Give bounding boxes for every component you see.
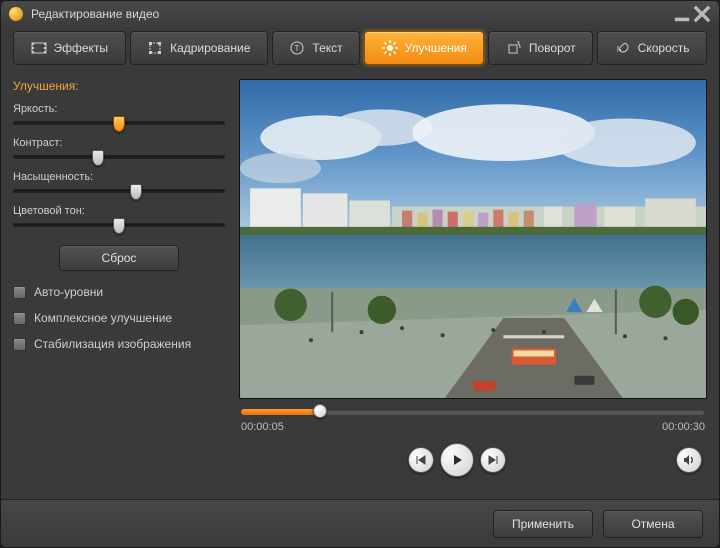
filmstrip-icon: [31, 40, 47, 56]
rotate-icon: [506, 40, 522, 56]
close-button[interactable]: [693, 5, 711, 23]
window-title: Редактирование видео: [31, 7, 671, 21]
hue-label: Цветовой тон:: [13, 205, 225, 217]
time-total: 00:00:30: [662, 421, 705, 433]
video-preview: [239, 79, 707, 399]
tab-label: Поворот: [529, 41, 576, 55]
text-icon: T: [289, 40, 305, 56]
seek-bar[interactable]: [241, 409, 705, 415]
volume-button[interactable]: [676, 447, 702, 473]
complex-enhance-label: Комплексное улучшение: [34, 311, 172, 325]
minimize-button[interactable]: [673, 5, 691, 23]
tab-label: Скорость: [638, 41, 690, 55]
tab-label: Эффекты: [54, 41, 109, 55]
prev-frame-button[interactable]: [408, 447, 434, 473]
time-current: 00:00:05: [241, 421, 284, 433]
tab-enhance[interactable]: Улучшения: [364, 31, 484, 65]
adjustments-panel: Улучшения: Яркость: Контраст: Насыщеннос…: [13, 79, 225, 491]
video-edit-window: Редактирование видео Эффекты Кадрировани…: [0, 0, 720, 548]
contrast-label: Контраст:: [13, 137, 225, 149]
stabilize-checkbox-row[interactable]: Стабилизация изображения: [13, 337, 225, 351]
brightness-label: Яркость:: [13, 103, 225, 115]
speed-icon: [615, 40, 631, 56]
saturation-thumb[interactable]: [130, 184, 142, 200]
tab-bar: Эффекты Кадрирование T Текст Улучшения П…: [1, 27, 719, 73]
auto-levels-checkbox[interactable]: [13, 286, 26, 299]
svg-text:T: T: [295, 44, 300, 53]
next-frame-button[interactable]: [480, 447, 506, 473]
enhance-icon: [382, 40, 398, 56]
hue-slider[interactable]: [13, 223, 225, 227]
complex-enhance-checkbox-row[interactable]: Комплексное улучшение: [13, 311, 225, 325]
seek-thumb[interactable]: [313, 404, 327, 418]
saturation-label: Насыщенность:: [13, 171, 225, 183]
tab-speed[interactable]: Скорость: [597, 31, 707, 65]
brightness-slider[interactable]: [13, 121, 225, 125]
tab-rotate[interactable]: Поворот: [488, 31, 593, 65]
apply-button[interactable]: Применить: [493, 510, 593, 538]
auto-levels-label: Авто-уровни: [34, 285, 103, 299]
footer: Применить Отмена: [1, 499, 719, 547]
saturation-slider-group: Насыщенность:: [13, 171, 225, 193]
reset-button[interactable]: Сброс: [59, 245, 179, 271]
hue-slider-group: Цветовой тон:: [13, 205, 225, 227]
brightness-slider-group: Яркость:: [13, 103, 225, 125]
auto-levels-checkbox-row[interactable]: Авто-уровни: [13, 285, 225, 299]
tab-crop[interactable]: Кадрирование: [130, 31, 268, 65]
stabilize-checkbox[interactable]: [13, 338, 26, 351]
seek-progress: [241, 409, 320, 415]
titlebar: Редактирование видео: [1, 1, 719, 27]
timeline-area: 00:00:05 00:00:30: [239, 399, 707, 477]
tab-label: Улучшения: [405, 41, 467, 55]
tab-label: Текст: [312, 41, 342, 55]
tab-text[interactable]: T Текст: [272, 31, 360, 65]
complex-enhance-checkbox[interactable]: [13, 312, 26, 325]
crop-icon: [147, 40, 163, 56]
brightness-thumb[interactable]: [113, 116, 125, 132]
contrast-thumb[interactable]: [92, 150, 104, 166]
preview-panel: 00:00:05 00:00:30: [239, 79, 707, 491]
transport-controls: [241, 443, 705, 477]
hue-thumb[interactable]: [113, 218, 125, 234]
tab-label: Кадрирование: [170, 41, 250, 55]
contrast-slider-group: Контраст:: [13, 137, 225, 159]
tab-effects[interactable]: Эффекты: [13, 31, 126, 65]
section-title: Улучшения:: [13, 79, 225, 93]
content-area: Улучшения: Яркость: Контраст: Насыщеннос…: [1, 73, 719, 499]
stabilize-label: Стабилизация изображения: [34, 337, 191, 351]
contrast-slider[interactable]: [13, 155, 225, 159]
saturation-slider[interactable]: [13, 189, 225, 193]
cancel-button[interactable]: Отмена: [603, 510, 703, 538]
app-icon: [9, 7, 23, 21]
play-button[interactable]: [440, 443, 474, 477]
